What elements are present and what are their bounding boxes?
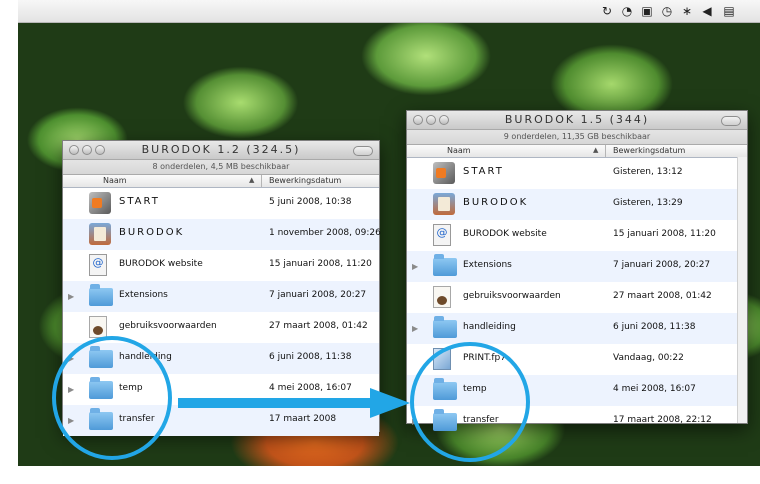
burodok-app-icon [89,223,111,245]
item-name: gebruiksvoorwaarden [119,321,217,331]
item-date: 27 maart 2008, 01:42 [269,321,368,331]
item-date: 27 maart 2008, 01:42 [613,291,712,301]
item-date: 6 juni 2008, 11:38 [613,322,696,332]
item-name: BURODOK website [463,229,547,239]
move-arrow-icon [178,388,410,418]
list-item[interactable]: BURODOK Gisteren, 13:29 [407,189,737,220]
window-title: BURODOK 1.5 (344) [504,113,650,126]
folder-icon [433,316,457,339]
item-date: 15 januari 2008, 11:20 [613,229,716,239]
list-item[interactable]: gebruiksvoorwaarden 27 maart 2008, 01:42 [407,282,737,313]
item-date: 6 juni 2008, 11:38 [269,352,352,362]
window-titlebar[interactable]: BURODOK 1.5 (344) [407,111,747,130]
column-header-bar: Naam ▲ Bewerkingsdatum [407,145,747,158]
item-date: 5 juni 2008, 10:38 [269,197,352,207]
disclosure-triangle-icon[interactable]: ▶ [68,292,74,301]
item-name: Extensions [119,290,168,300]
highlight-circle-right [410,342,530,462]
item-name: gebruiksvoorwaarden [463,291,561,301]
list-item[interactable]: BURODOK 1 november 2008, 09:26 [63,219,381,250]
burodok-app-icon [433,193,455,215]
item-date: 17 maart 2008, 22:12 [613,415,712,425]
item-date: 7 januari 2008, 20:27 [613,260,711,270]
column-header-bar: Naam ▲ Bewerkingsdatum [63,175,379,188]
list-item[interactable]: @ BURODOK website 15 januari 2008, 11:20 [407,220,737,251]
list-item[interactable]: START Gisteren, 13:12 [407,158,737,189]
column-separator [605,145,606,157]
item-name: START [463,166,504,177]
document-icon [89,316,111,338]
disclosure-triangle-icon[interactable]: ▶ [412,262,418,271]
document-icon [433,286,455,308]
bluetooth-icon[interactable]: ∗ [678,3,696,19]
weblink-icon: @ [89,254,111,276]
toolbar-toggle-button[interactable] [353,146,373,156]
window-title: BURODOK 1.2 (324.5) [141,143,301,156]
item-name: BURODOK [463,197,529,208]
list-item[interactable]: @ BURODOK website 15 januari 2008, 11:20 [63,250,379,281]
column-header-name[interactable]: Naam [103,176,127,185]
item-name: BURODOK [119,227,185,238]
sort-ascending-icon: ▲ [249,176,255,184]
weblink-icon: @ [433,224,455,246]
list-item[interactable]: ▶ handleiding 6 juni 2008, 11:38 [407,313,737,344]
folder-icon [89,284,113,307]
toolbar-toggle-button[interactable] [721,116,741,126]
item-name: START [119,196,160,207]
item-date: 1 november 2008, 09:26 [269,228,381,238]
desktop: ↻ ◔ ▣ ◷ ∗ ◀ ▤ BURODOK 1.2 (324.5) 8 onde… [18,0,760,466]
sort-ascending-icon: ▲ [593,146,599,154]
app-icon [89,192,111,214]
item-date: Gisteren, 13:29 [613,198,683,208]
item-name: handleiding [463,322,516,332]
item-date: Gisteren, 13:12 [613,167,683,177]
column-header-date[interactable]: Bewerkingsdatum [269,176,341,185]
wifi-icon[interactable]: ◔ [618,3,636,19]
item-name: BURODOK website [119,259,203,269]
column-separator [261,175,262,187]
time-machine-icon[interactable]: ◷ [658,3,676,19]
highlight-circle-left [52,336,172,460]
window-titlebar[interactable]: BURODOK 1.2 (324.5) [63,141,379,160]
item-date: 7 januari 2008, 20:27 [269,290,367,300]
app-icon [433,162,455,184]
input-menu-icon[interactable]: ▤ [720,3,738,19]
item-name: Extensions [463,260,512,270]
column-header-date[interactable]: Bewerkingsdatum [613,146,685,155]
folder-icon [433,254,457,277]
window-status: 8 onderdelen, 4,5 MB beschikbaar [63,160,379,175]
item-date: 4 mei 2008, 16:07 [613,384,696,394]
vertical-scrollbar[interactable] [737,157,747,423]
item-date: 15 januari 2008, 11:20 [269,259,372,269]
volume-icon[interactable]: ◀ [698,3,716,19]
list-item[interactable]: START 5 juni 2008, 10:38 [63,188,379,219]
disclosure-triangle-icon[interactable]: ▶ [412,324,418,333]
menu-bar: ↻ ◔ ▣ ◷ ∗ ◀ ▤ [18,0,760,23]
list-item[interactable]: ▶ Extensions 7 januari 2008, 20:27 [63,281,379,312]
item-date: Vandaag, 00:22 [613,353,684,363]
sync-icon[interactable]: ↻ [598,3,616,19]
display-icon[interactable]: ▣ [638,3,656,19]
list-item[interactable]: ▶ Extensions 7 januari 2008, 20:27 [407,251,737,282]
column-header-name[interactable]: Naam [447,146,471,155]
window-status: 9 onderdelen, 11,35 GB beschikbaar [407,130,747,145]
